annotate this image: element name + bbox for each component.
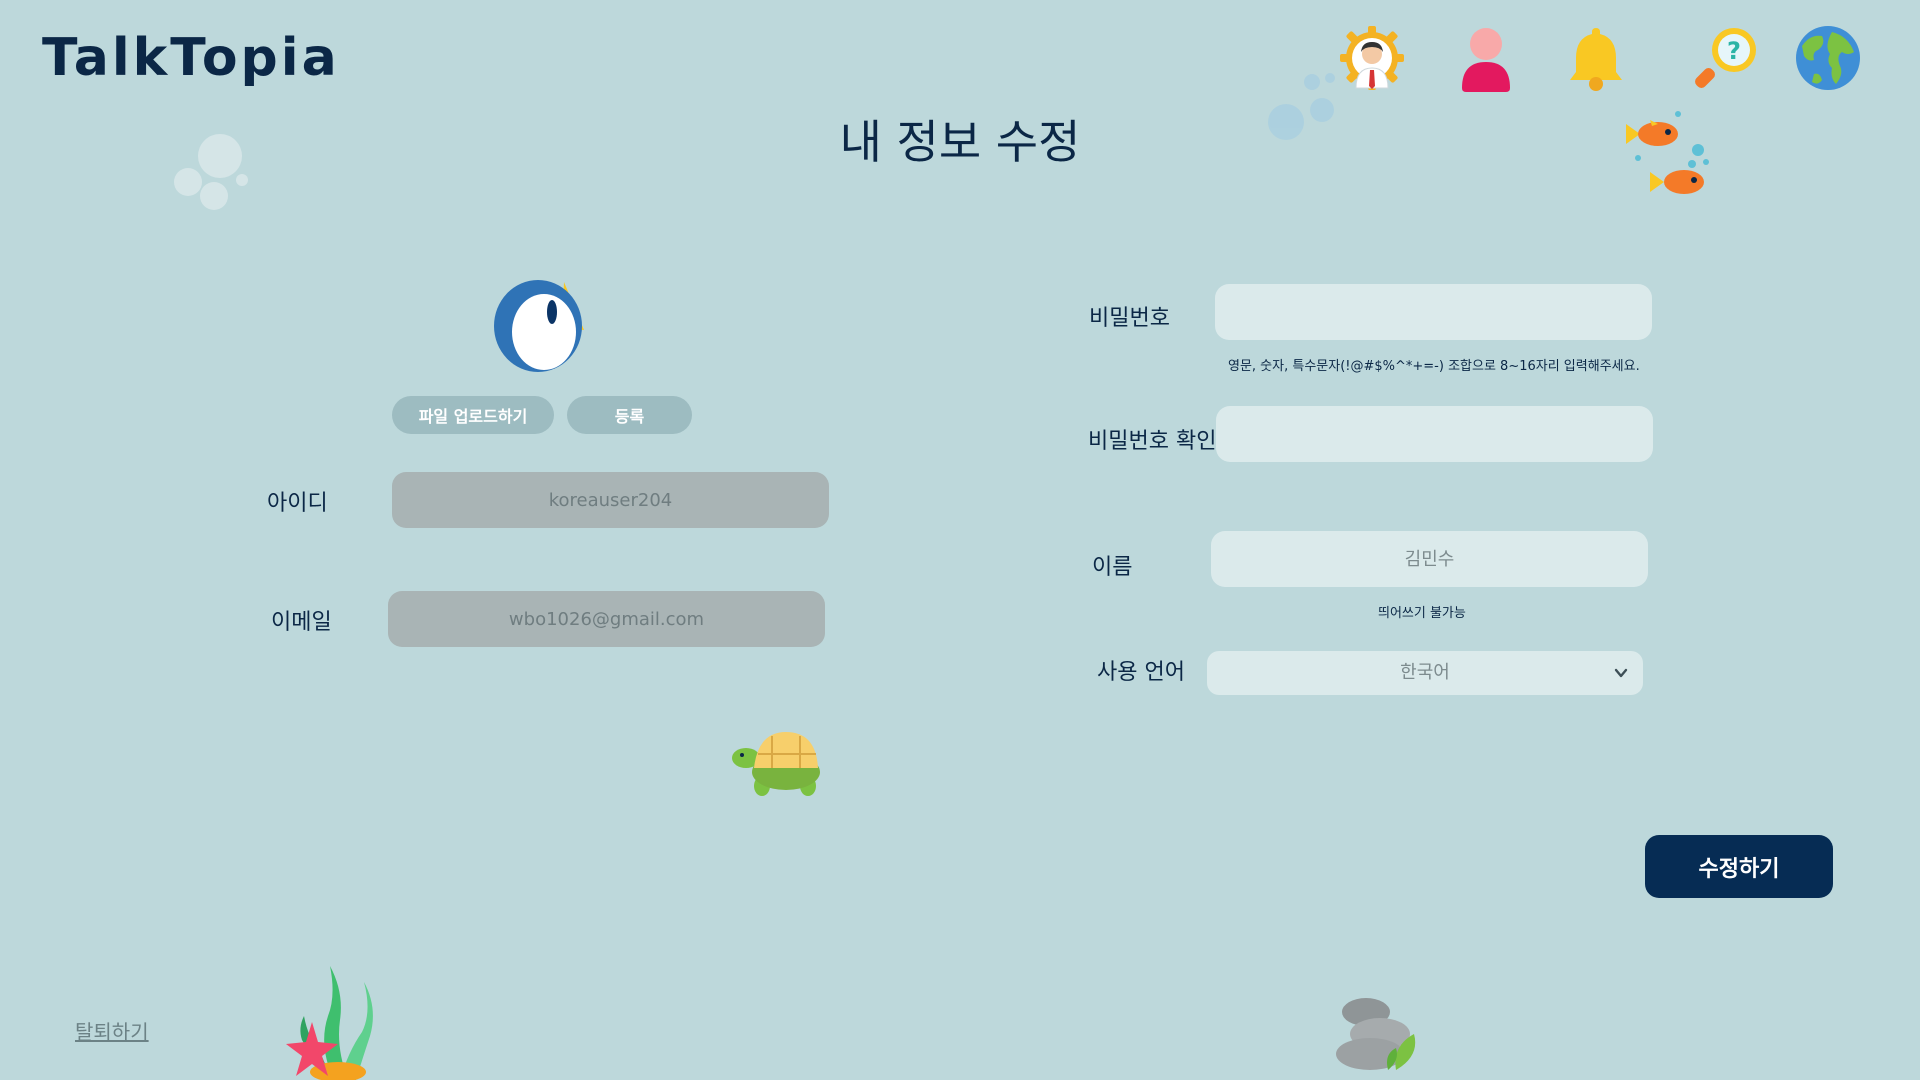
svg-text:?: ? (1727, 37, 1741, 65)
name-label: 이름 (1092, 555, 1133, 580)
password-field[interactable] (1215, 284, 1652, 340)
name-hint: 띄어쓰기 불가능 (1378, 606, 1466, 621)
bell-icon[interactable] (1560, 22, 1632, 94)
settings-profile-icon[interactable] (1336, 22, 1408, 94)
help-search-icon[interactable]: ? (1690, 22, 1762, 94)
email-field (388, 591, 825, 647)
bubbles-left-icon (170, 130, 250, 216)
chevron-down-icon (1611, 663, 1631, 683)
edit-profile-page: TalkTopia ? 내 정보 수정 파일 업로드하기 등록 아이디 kore… (0, 0, 1920, 1080)
goldfish-icon (1622, 110, 1712, 206)
user-icon[interactable] (1450, 22, 1522, 94)
talktopia-logo[interactable]: TalkTopia (42, 28, 340, 88)
language-select[interactable]: 한국어 (1207, 651, 1643, 695)
profile-avatar (492, 276, 600, 376)
password-label: 비밀번호 (1089, 306, 1170, 331)
rocks-icon (1334, 990, 1424, 1072)
submit-edit-button[interactable]: 수정하기 (1645, 835, 1833, 898)
register-button[interactable]: 등록 (567, 396, 692, 434)
password-confirm-label: 비밀번호 확인 (1088, 429, 1217, 454)
password-hint: 영문, 숫자, 특수문자(!@#$%^*+=-) 조합으로 8~16자리 입력해… (1228, 359, 1640, 374)
turtle-icon (728, 722, 830, 800)
seaweed-starfish-icon (278, 956, 378, 1080)
id-field (392, 472, 829, 528)
name-field[interactable] (1211, 531, 1648, 587)
bubbles-top-icon (1262, 66, 1342, 146)
globe-icon[interactable] (1792, 22, 1864, 94)
password-confirm-field[interactable] (1216, 406, 1653, 462)
email-label: 이메일 (271, 610, 332, 635)
withdraw-link[interactable]: 탈퇴하기 (75, 1016, 149, 1045)
language-label: 사용 언어 (1097, 660, 1185, 685)
language-selected-value: 한국어 (1400, 662, 1450, 683)
file-upload-button[interactable]: 파일 업로드하기 (392, 396, 554, 434)
id-label: 아이디 (267, 491, 328, 516)
